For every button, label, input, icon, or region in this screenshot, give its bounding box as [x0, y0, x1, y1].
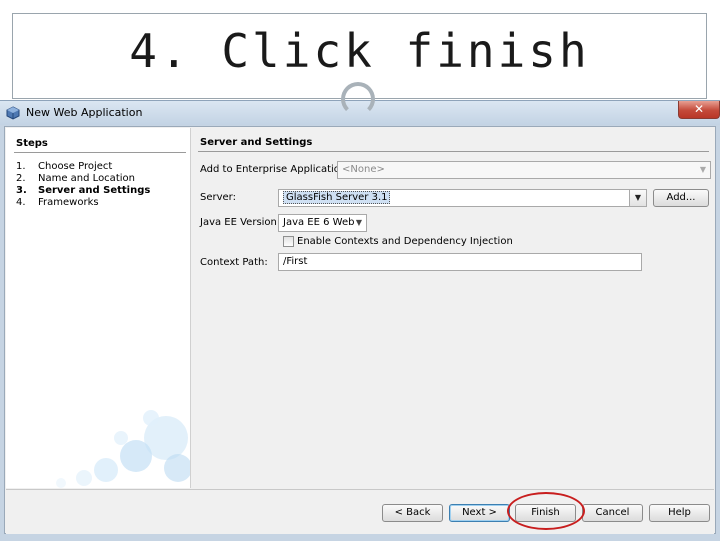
step-label: Frameworks	[38, 197, 99, 208]
steps-heading: Steps	[16, 138, 48, 149]
panel-heading: Server and Settings	[200, 137, 313, 148]
server-value: GlassFish Server 3.1	[283, 191, 391, 204]
new-web-application-dialog: New Web Application ✕ Steps 1. Choose Pro…	[0, 100, 720, 541]
panel-divider	[198, 151, 709, 152]
cancel-button[interactable]: Cancel	[582, 504, 643, 522]
step-label: Choose Project	[38, 161, 113, 172]
server-select[interactable]: GlassFish Server 3.1	[278, 189, 630, 207]
chevron-down-icon: ▼	[699, 165, 706, 174]
step-item-choose-project: 1. Choose Project	[16, 161, 112, 172]
decorative-ring	[341, 82, 375, 116]
enterprise-app-label: Add to Enterprise Application:	[200, 164, 350, 175]
finish-highlight-ellipse	[507, 492, 585, 530]
slide-title: 4. Click finish	[129, 24, 590, 78]
dialog-title: New Web Application	[26, 106, 143, 119]
cdi-label: Enable Contexts and Dependency Injection	[297, 236, 513, 247]
steps-panel: Steps 1. Choose Project 2. Name and Locati…	[6, 128, 191, 488]
step-label: Name and Location	[38, 173, 135, 184]
add-server-button[interactable]: Add...	[653, 189, 709, 207]
chevron-down-icon: ▼	[634, 193, 642, 202]
dialog-content: Steps 1. Choose Project 2. Name and Locati…	[4, 126, 716, 534]
javaee-version-select[interactable]: Java EE 6 Web ▼	[278, 214, 367, 232]
step-label: Server and Settings	[38, 185, 151, 196]
close-icon: ✕	[693, 102, 705, 116]
cdi-checkbox[interactable]	[283, 236, 294, 247]
step-number: 3.	[16, 185, 27, 196]
step-item-server-and-settings: 3. Server and Settings	[16, 185, 150, 196]
javaee-version-value: Java EE 6 Web	[283, 217, 355, 228]
next-button[interactable]: Next >	[449, 504, 510, 522]
step-item-name-and-location: 2. Name and Location	[16, 173, 135, 184]
enterprise-app-select[interactable]: <None> ▼	[337, 161, 711, 179]
decorative-bubbles-image	[56, 410, 190, 488]
help-button[interactable]: Help	[649, 504, 710, 522]
enterprise-app-value: <None>	[342, 164, 385, 175]
server-label: Server:	[200, 192, 236, 203]
step-number: 1.	[16, 161, 26, 172]
javaee-version-label: Java EE Version:	[200, 217, 281, 228]
close-button[interactable]: ✕	[678, 101, 720, 119]
netbeans-cube-icon	[6, 106, 20, 120]
step-number: 4.	[16, 197, 26, 208]
step-number: 2.	[16, 173, 26, 184]
server-dropdown-button[interactable]: ▼	[629, 189, 647, 207]
chevron-down-icon: ▼	[355, 218, 362, 227]
steps-divider	[14, 152, 186, 153]
back-button[interactable]: < Back	[382, 504, 443, 522]
context-path-input[interactable]: /First	[278, 253, 642, 271]
context-path-label: Context Path:	[200, 257, 268, 268]
step-item-frameworks: 4. Frameworks	[16, 197, 99, 208]
